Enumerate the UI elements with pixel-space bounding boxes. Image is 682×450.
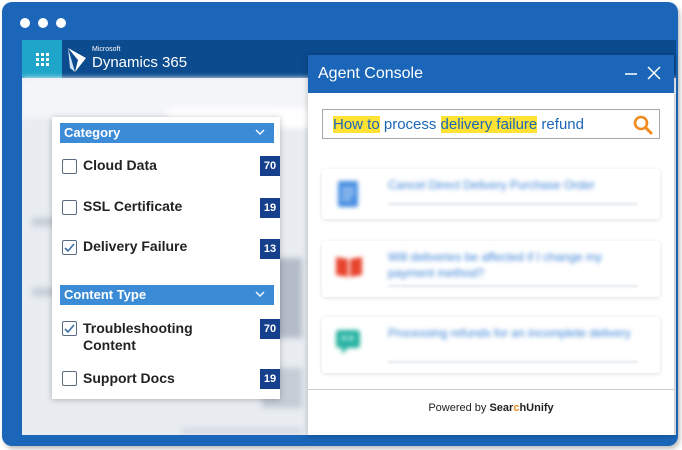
powered-by: Powered by SearchUnify bbox=[308, 402, 674, 414]
query-text: refund bbox=[537, 116, 584, 133]
count-badge: 19 bbox=[260, 369, 280, 389]
checkbox-checked[interactable] bbox=[62, 321, 77, 336]
query-text: process bbox=[379, 116, 441, 133]
checkmark-icon bbox=[64, 243, 75, 253]
footer-divider bbox=[308, 389, 674, 390]
waffle-icon bbox=[35, 52, 49, 66]
search-icon[interactable] bbox=[633, 115, 653, 135]
count-badge: 70 bbox=[260, 319, 280, 339]
filter-label: Troubleshooting Content bbox=[83, 320, 193, 353]
result-title: Cancel Direct Delivery Purchase Order bbox=[388, 178, 595, 192]
result-snippet-line bbox=[388, 361, 638, 363]
search-input[interactable]: How to process delivery failure refund bbox=[322, 109, 660, 139]
chevron-down-icon bbox=[255, 129, 265, 135]
console-header: Agent Console bbox=[308, 55, 674, 93]
filter-label: SSL Certificate bbox=[83, 198, 183, 214]
search-result[interactable]: Processing refunds for an incomplete del… bbox=[322, 317, 660, 373]
count-badge: 13 bbox=[260, 239, 280, 259]
window-dot-icon bbox=[38, 18, 48, 28]
dynamics-logo-icon bbox=[68, 48, 86, 72]
brand-microsoft: Microsoft bbox=[92, 46, 121, 53]
query-highlight: How to bbox=[333, 116, 380, 133]
searchunify-logo: SearchUnify bbox=[489, 402, 554, 414]
filter-label: Cloud Data bbox=[83, 157, 157, 173]
query-highlight: delivery failure bbox=[440, 116, 538, 133]
search-result[interactable]: Will deliveries be affected if I change … bbox=[322, 241, 660, 297]
filter-panel: Category Cloud Data 70 SSL Certificate 1… bbox=[52, 117, 280, 399]
brand-dynamics: Dynamics 365 bbox=[92, 54, 188, 71]
checkbox[interactable] bbox=[62, 200, 77, 215]
chevron-down-icon bbox=[255, 291, 265, 297]
filter-group-title: Content Type bbox=[64, 287, 147, 302]
checkmark-icon bbox=[64, 324, 75, 334]
window-dot-icon bbox=[20, 18, 30, 28]
filter-group-title: Category bbox=[64, 125, 121, 140]
book-icon bbox=[336, 257, 362, 277]
agent-console-panel: Agent Console How to process delivery fa… bbox=[308, 55, 674, 435]
count-badge: 70 bbox=[260, 156, 280, 176]
search-query: How to process delivery failure refund bbox=[333, 116, 584, 133]
result-snippet-line bbox=[388, 203, 638, 205]
search-result[interactable]: Cancel Direct Delivery Purchase Order bbox=[322, 169, 660, 219]
minimize-icon[interactable] bbox=[624, 65, 638, 81]
filter-group-content-type[interactable]: Content Type bbox=[60, 285, 274, 305]
browser-frame: Microsoft Dynamics 365 Category Cloud Da… bbox=[2, 2, 678, 446]
result-snippet-line bbox=[388, 285, 638, 287]
window-dot-icon bbox=[56, 18, 66, 28]
close-icon[interactable] bbox=[646, 65, 662, 81]
result-title: Will deliveries be affected if I change … bbox=[388, 250, 602, 280]
app-launcher-button[interactable] bbox=[22, 40, 62, 78]
console-title: Agent Console bbox=[318, 65, 423, 82]
chat-icon bbox=[336, 330, 360, 354]
count-badge: 19 bbox=[260, 198, 280, 218]
checkbox-checked[interactable] bbox=[62, 240, 77, 255]
filter-label: Delivery Failure bbox=[83, 238, 188, 254]
document-icon bbox=[338, 181, 358, 207]
filter-group-category[interactable]: Category bbox=[60, 123, 274, 143]
checkbox[interactable] bbox=[62, 159, 77, 174]
powered-label: Powered by bbox=[428, 402, 487, 414]
checkbox[interactable] bbox=[62, 371, 77, 386]
filter-label: Support Docs bbox=[83, 370, 175, 386]
result-title: Processing refunds for an incomplete del… bbox=[388, 326, 631, 340]
